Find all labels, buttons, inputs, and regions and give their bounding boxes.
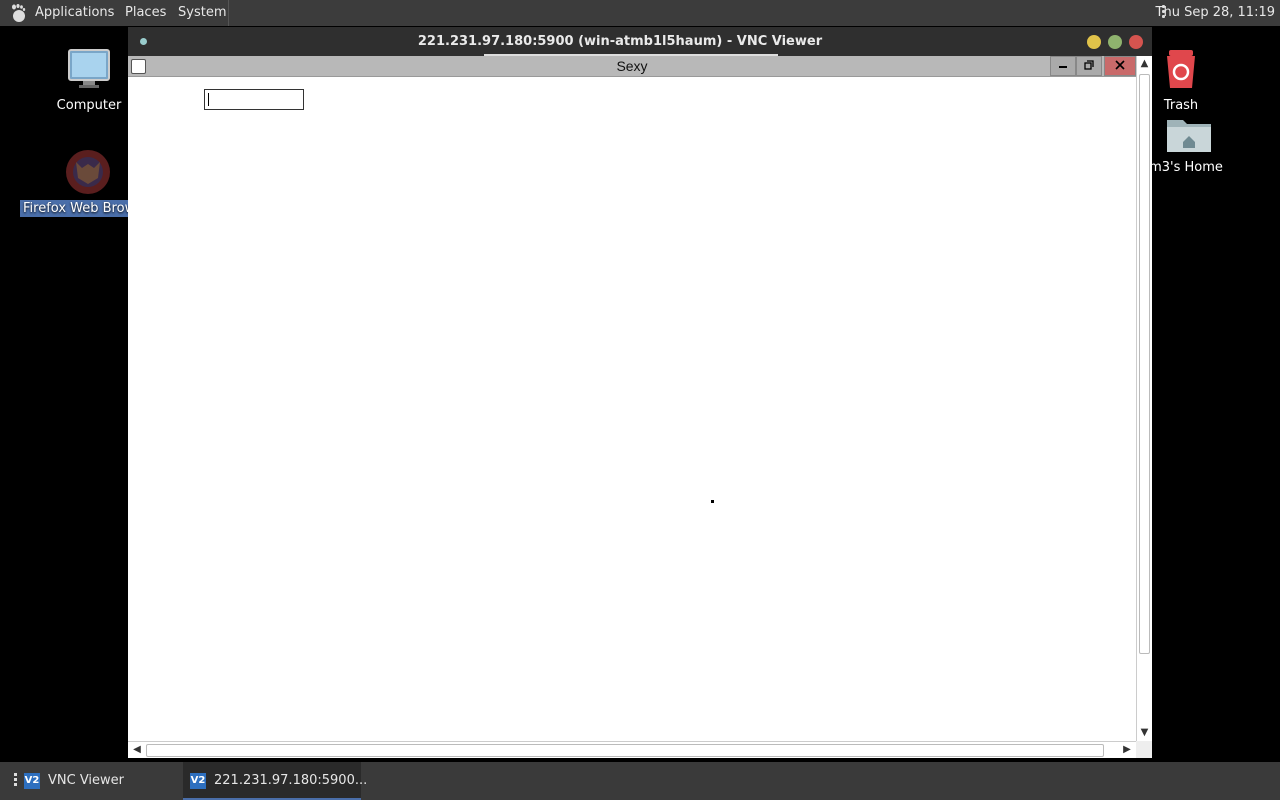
home-folder-icon bbox=[1167, 120, 1211, 152]
taskbar-item-remote-session[interactable]: V2 221.231.97.180:5900... bbox=[183, 762, 367, 800]
taskbar-handle-icon[interactable] bbox=[14, 773, 18, 789]
scroll-left-arrow-icon[interactable]: ◀ bbox=[130, 742, 144, 758]
desktop-icon-computer[interactable]: Computer bbox=[50, 48, 128, 113]
desktop-icon-label: Trash bbox=[1163, 98, 1199, 113]
window-titlebar[interactable]: 221.231.97.180:5900 (win-atmb1l5haum) - … bbox=[128, 27, 1152, 56]
remote-restore-button[interactable] bbox=[1076, 56, 1102, 76]
text-caret bbox=[208, 93, 209, 106]
remote-desktop-area[interactable] bbox=[128, 77, 1136, 741]
desktop-icon-label: Firefox Web Brow bbox=[20, 200, 128, 217]
horizontal-scrollbar[interactable]: ◀ ▶ bbox=[128, 741, 1136, 758]
bottom-taskbar: V2 VNC Viewer V2 221.231.97.180:5900... bbox=[0, 762, 1280, 800]
desktop-icon-trash[interactable]: Trash bbox=[1150, 48, 1212, 113]
taskbar-item-vnc-viewer[interactable]: V2 VNC Viewer bbox=[20, 762, 180, 800]
vnc-viewer-icon: V2 bbox=[190, 773, 206, 789]
scroll-down-arrow-icon[interactable]: ▼ bbox=[1137, 725, 1152, 741]
desktop-icon-label: Computer bbox=[56, 98, 122, 113]
scrollbar-corner bbox=[1136, 741, 1152, 758]
close-button[interactable] bbox=[1129, 35, 1143, 49]
horizontal-scroll-thumb[interactable] bbox=[146, 744, 1104, 757]
places-menu[interactable]: Places bbox=[125, 0, 166, 26]
remote-window-titlebar[interactable]: Sexy bbox=[128, 56, 1136, 77]
monitor-icon bbox=[68, 49, 110, 88]
desktop-icon-home[interactable]: m3's Home bbox=[1146, 116, 1226, 175]
remote-close-button[interactable] bbox=[1104, 56, 1136, 76]
clock[interactable]: Thu Sep 28, 11:19 bbox=[1156, 0, 1275, 26]
scroll-right-arrow-icon[interactable]: ▶ bbox=[1120, 742, 1134, 758]
minimize-icon bbox=[1059, 66, 1067, 68]
firefox-icon bbox=[66, 150, 110, 194]
system-menu[interactable]: System bbox=[178, 0, 226, 26]
desktop-icon-label: m3's Home bbox=[1149, 160, 1223, 175]
trash-icon bbox=[1167, 50, 1195, 88]
panel-separator bbox=[228, 0, 229, 26]
vertical-scrollbar[interactable]: ▲ ▼ bbox=[1136, 56, 1152, 741]
remote-text-input[interactable] bbox=[204, 89, 304, 110]
remote-minimize-button[interactable] bbox=[1050, 56, 1076, 76]
remote-window-title: Sexy bbox=[616, 58, 648, 74]
restore-icon bbox=[1084, 60, 1094, 70]
close-icon bbox=[1115, 60, 1125, 70]
maximize-button[interactable] bbox=[1108, 35, 1122, 49]
window-title: 221.231.97.180:5900 (win-atmb1l5haum) - … bbox=[417, 34, 823, 49]
applications-menu[interactable]: Applications bbox=[35, 0, 114, 26]
taskbar-item-label: VNC Viewer bbox=[48, 773, 125, 788]
top-panel: Applications Places System Thu Sep 28, 1… bbox=[0, 0, 1280, 26]
vertical-scroll-thumb[interactable] bbox=[1139, 74, 1150, 654]
scroll-up-arrow-icon[interactable]: ▲ bbox=[1137, 56, 1152, 72]
gnome-foot-icon[interactable] bbox=[8, 3, 28, 23]
taskbar-item-label: 221.231.97.180:5900... bbox=[214, 773, 368, 788]
remote-cursor-dot bbox=[711, 500, 714, 503]
vnc-viewer-window: 221.231.97.180:5900 (win-atmb1l5haum) - … bbox=[128, 27, 1152, 758]
desktop-icon-firefox[interactable]: Firefox Web Brow bbox=[20, 148, 132, 217]
minimize-button[interactable] bbox=[1087, 35, 1101, 49]
vnc-viewer-icon: V2 bbox=[24, 773, 40, 789]
